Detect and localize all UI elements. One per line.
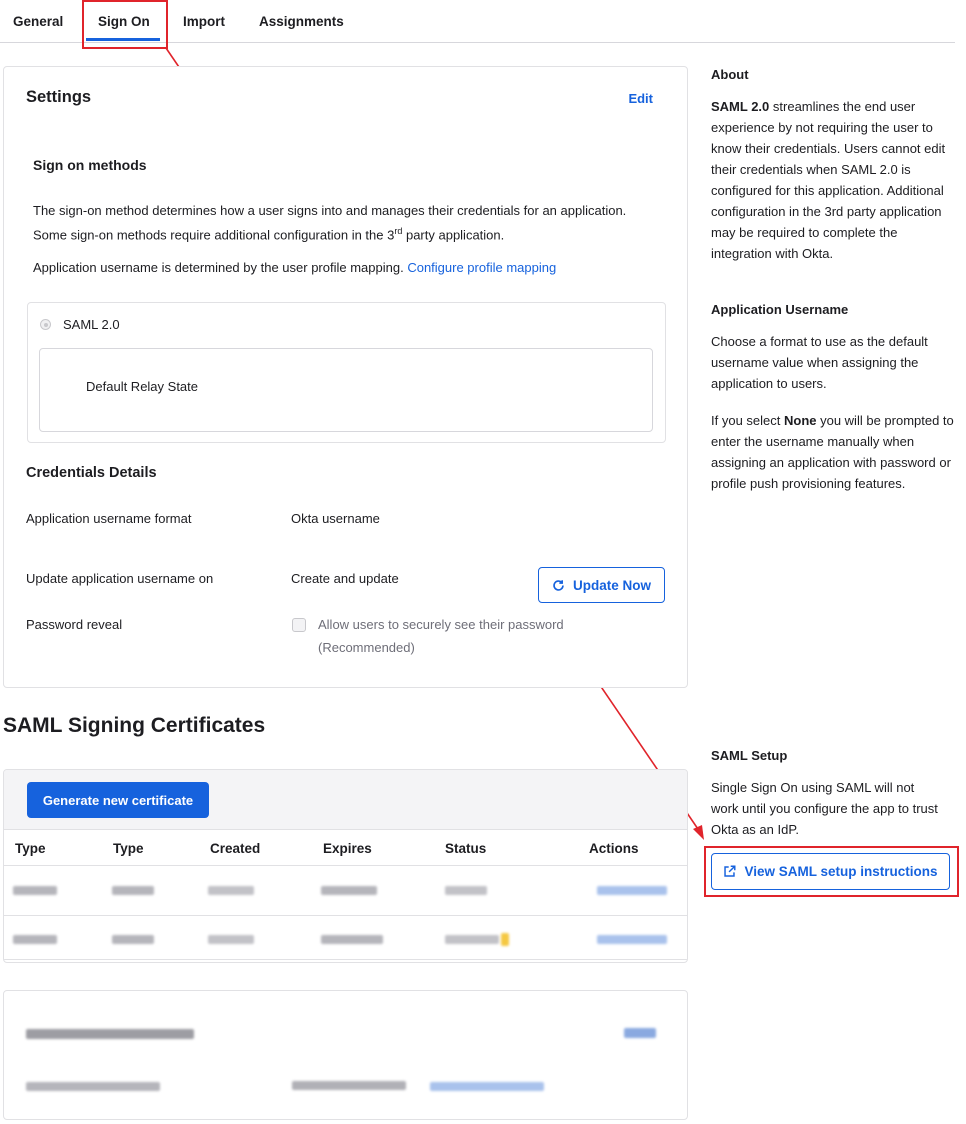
about-title: About bbox=[711, 67, 749, 82]
update-now-button[interactable]: Update Now bbox=[538, 567, 665, 603]
app-username-title: Application Username bbox=[711, 302, 849, 317]
blurred-cell bbox=[445, 935, 499, 944]
tab-general[interactable]: General bbox=[13, 14, 63, 29]
relay-state-label: Default Relay State bbox=[86, 379, 199, 394]
none-bold: None bbox=[783, 413, 817, 428]
column-status: Status bbox=[445, 841, 487, 856]
password-reveal-text: Allow users to securely see their passwo… bbox=[318, 617, 564, 655]
blurred-cell bbox=[321, 935, 383, 944]
update-username-label: Update application username on bbox=[26, 571, 214, 586]
none-option-text: If you select None you will be prompted … bbox=[711, 410, 956, 494]
row-divider bbox=[4, 915, 687, 916]
blurred-value bbox=[292, 1081, 406, 1090]
saml-setup-text: Single Sign On using SAML will not work … bbox=[711, 780, 938, 837]
tab-assignments[interactable]: Assignments bbox=[259, 14, 344, 29]
tab-import[interactable]: Import bbox=[183, 14, 225, 29]
sign-on-description-text: The sign-on method determines how a user… bbox=[33, 203, 627, 243]
blurred-heading bbox=[26, 1029, 194, 1039]
blurred-cell bbox=[208, 935, 254, 944]
blurred-cell bbox=[13, 886, 57, 895]
credentials-title: Credentials Details bbox=[26, 465, 157, 481]
saml-method-box: SAML 2.0 Default Relay State bbox=[27, 302, 666, 443]
blurred-cell bbox=[112, 935, 154, 944]
row-divider bbox=[4, 959, 687, 960]
column-expires: Expires bbox=[323, 841, 372, 856]
refresh-icon bbox=[553, 579, 564, 591]
certificates-card: Generate new certificate Type Type Creat… bbox=[3, 769, 688, 963]
view-saml-setup-button[interactable]: View SAML setup instructions bbox=[711, 853, 950, 890]
none-prefix: If you select bbox=[711, 413, 784, 428]
column-actions: Actions bbox=[589, 841, 639, 856]
update-now-label: Update Now bbox=[572, 577, 651, 593]
status-warning-icon bbox=[501, 933, 509, 946]
username-mapping-label: Application username is determined by th… bbox=[33, 260, 404, 275]
configure-profile-mapping-link[interactable]: Configure profile mapping bbox=[407, 260, 556, 275]
username-mapping-text: Application username is determined by th… bbox=[33, 257, 653, 278]
blurred-edit-link[interactable] bbox=[624, 1028, 656, 1038]
external-link-icon bbox=[724, 865, 736, 877]
blurred-link[interactable] bbox=[430, 1082, 544, 1091]
blurred-label bbox=[26, 1082, 160, 1091]
header-divider bbox=[4, 865, 687, 866]
password-reveal-checkbox[interactable] bbox=[292, 618, 306, 632]
saml-radio[interactable] bbox=[40, 319, 51, 330]
username-format-value: Okta username bbox=[291, 511, 380, 526]
blurred-cell bbox=[445, 886, 487, 895]
app-username-text: Choose a format to use as the default us… bbox=[711, 334, 928, 391]
sign-on-description-end: party application. bbox=[402, 227, 505, 243]
saml-method-label: SAML 2.0 bbox=[63, 317, 120, 332]
sign-on-description: The sign-on method determines how a user… bbox=[33, 200, 633, 245]
blurred-cell bbox=[208, 886, 254, 895]
blurred-cell bbox=[321, 886, 377, 895]
certificates-title: SAML Signing Certificates bbox=[3, 714, 266, 737]
update-username-value: Create and update bbox=[291, 571, 399, 586]
column-created: Created bbox=[210, 841, 261, 856]
certificates-toolbar: Generate new certificate bbox=[4, 770, 687, 830]
blurred-action-link[interactable] bbox=[597, 935, 667, 944]
column-type-1: Type bbox=[15, 841, 46, 856]
username-format-label: Application username format bbox=[26, 511, 192, 526]
settings-title: Settings bbox=[26, 88, 92, 106]
edit-link[interactable]: Edit bbox=[628, 91, 653, 106]
generate-certificate-button[interactable]: Generate new certificate bbox=[27, 782, 209, 818]
blurred-cell bbox=[112, 886, 154, 895]
sign-on-methods-title: Sign on methods bbox=[33, 157, 147, 173]
about-bold: SAML 2.0 bbox=[711, 99, 770, 114]
settings-card: Settings Edit Sign on methods The sign-o… bbox=[3, 66, 688, 688]
view-saml-setup-label: View SAML setup instructions bbox=[744, 864, 938, 879]
password-reveal-label: Password reveal bbox=[26, 617, 123, 632]
blurred-cell bbox=[13, 935, 57, 944]
annotation-box-sign-on bbox=[82, 0, 168, 49]
saml-setup-title: SAML Setup bbox=[711, 748, 788, 763]
about-text: SAML 2.0 streamlines the end user experi… bbox=[711, 96, 956, 264]
relay-state-box: Default Relay State bbox=[39, 348, 653, 432]
about-body: streamlines the end user experience by n… bbox=[711, 99, 946, 261]
blurred-action-link[interactable] bbox=[597, 886, 667, 895]
column-type-2: Type bbox=[113, 841, 144, 856]
blurred-card bbox=[3, 990, 688, 1120]
